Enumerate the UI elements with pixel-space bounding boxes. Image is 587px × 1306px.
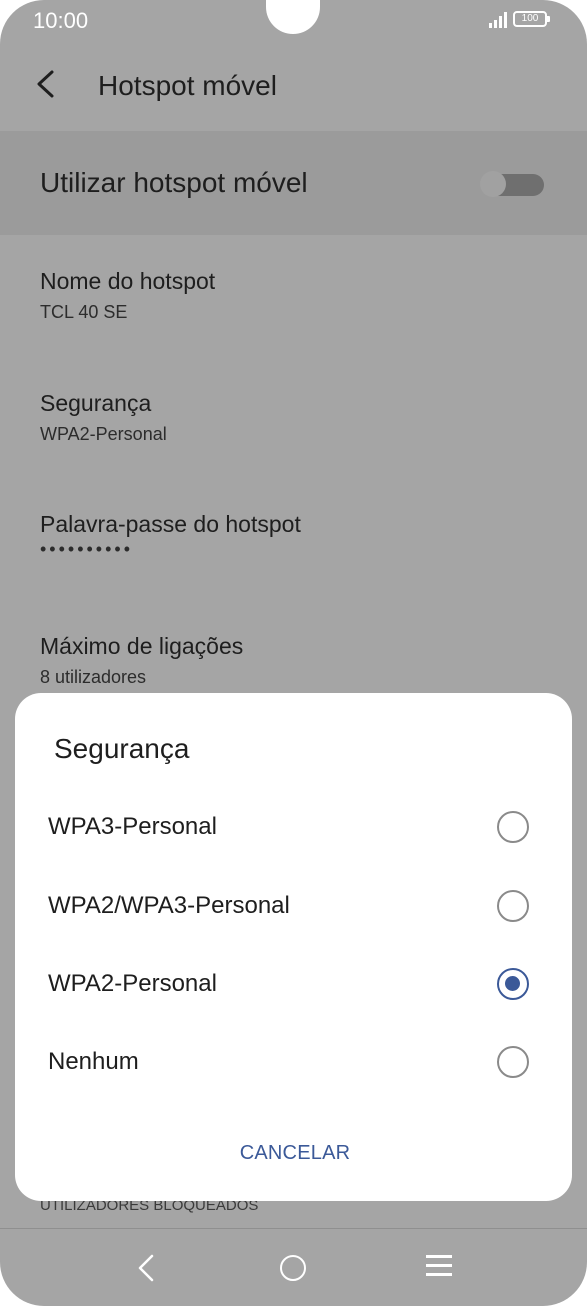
nav-back-button[interactable] [130, 1252, 162, 1284]
battery-level: 100 [521, 13, 539, 24]
menu-line [426, 1264, 452, 1267]
navigation-bar [0, 1230, 587, 1306]
hotspot-master-switch-row[interactable]: Utilizar hotspot móvel [0, 131, 587, 235]
menu-line [426, 1255, 452, 1258]
setting-title: Nome do hotspot [40, 268, 216, 294]
setting-title: Palavra-passe do hotspot [40, 511, 301, 537]
cancel-button[interactable]: CANCELAR [215, 1133, 375, 1173]
hotspot-master-switch-label: Utilizar hotspot móvel [40, 167, 308, 198]
setting-security[interactable]: Segurança WPA2-Personal [0, 390, 587, 500]
battery-icon: 100 [513, 11, 550, 27]
hotspot-toggle[interactable] [480, 171, 546, 197]
setting-hotspot-name[interactable]: Nome do hotspot TCL 40 SE [0, 268, 587, 378]
radio-button[interactable] [497, 890, 529, 922]
toggle-thumb [480, 171, 506, 197]
setting-title: Segurança [40, 390, 152, 416]
back-arrow-icon [37, 70, 54, 98]
option-none[interactable]: Nenhum [15, 1028, 572, 1098]
setting-value: 8 utilizadores [40, 667, 147, 687]
option-wpa2-personal[interactable]: WPA2-Personal [15, 950, 572, 1020]
phone-screen: 10:00 100 Hotspot móvel Utilizar hotspot… [0, 0, 587, 1306]
setting-hotspot-password[interactable]: Palavra-passe do hotspot •••••••••• [0, 511, 587, 621]
app-bar: Hotspot móvel [0, 44, 587, 130]
option-wpa2-wpa3-personal[interactable]: WPA2/WPA3-Personal [15, 872, 572, 942]
nav-home-button[interactable] [280, 1255, 306, 1281]
nav-recents-button[interactable] [426, 1255, 454, 1277]
back-button[interactable] [24, 62, 68, 106]
option-label: WPA2/WPA3-Personal [48, 892, 290, 919]
radio-button[interactable] [497, 1046, 529, 1078]
status-time: 10:00 [33, 8, 89, 33]
option-label: WPA2-Personal [48, 970, 217, 997]
setting-value: WPA2-Personal [40, 424, 167, 444]
camera-notch [266, 0, 320, 34]
setting-value: TCL 40 SE [40, 302, 128, 322]
menu-line [426, 1273, 452, 1276]
option-label: Nenhum [48, 1048, 139, 1075]
page-title: Hotspot móvel [98, 70, 277, 101]
setting-title: Máximo de ligações [40, 633, 244, 659]
nav-back-icon [138, 1254, 154, 1282]
dialog-title: Segurança [54, 733, 190, 764]
option-label: WPA3-Personal [48, 813, 217, 840]
security-dialog: Segurança WPA3-Personal WPA2/WPA3-Person… [15, 693, 572, 1201]
status-bar: 10:00 100 [0, 0, 587, 40]
divider [0, 1228, 587, 1229]
signal-icon [489, 12, 509, 28]
option-wpa3-personal[interactable]: WPA3-Personal [15, 793, 572, 863]
radio-button[interactable] [497, 811, 529, 843]
radio-button-selected[interactable] [497, 968, 529, 1000]
setting-value: •••••••••• [40, 539, 134, 559]
